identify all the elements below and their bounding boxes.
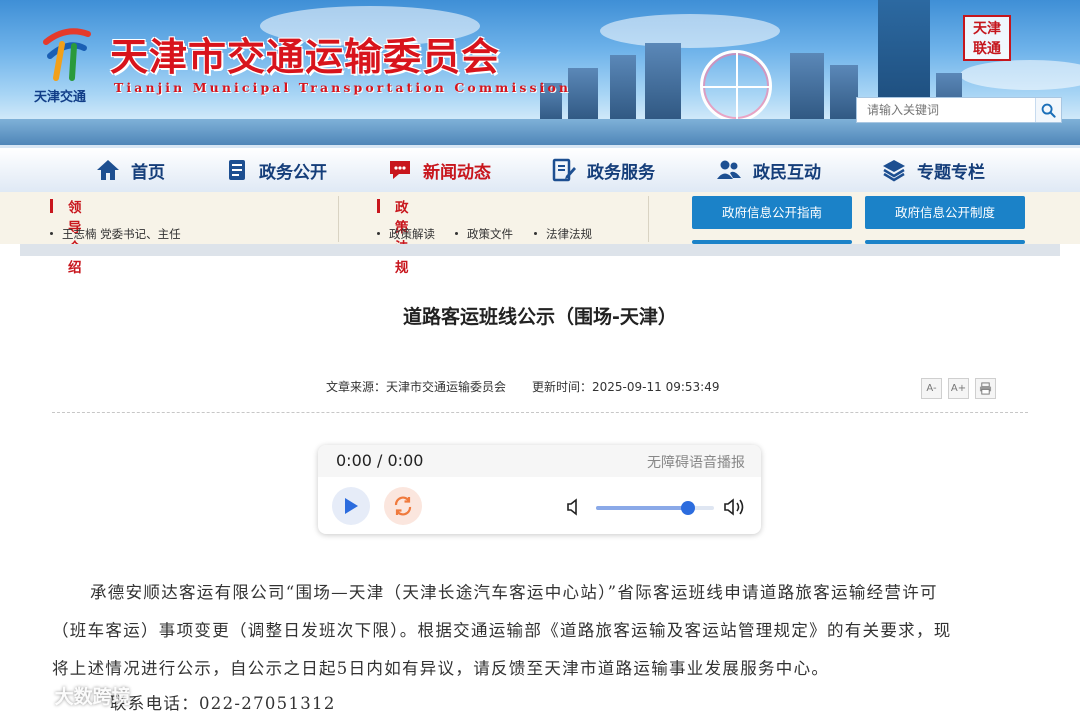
nav-label: 专题专栏 [917,162,985,183]
info-system-button[interactable]: 政府信息公开制度 [865,196,1025,229]
font-increase-button[interactable]: A+ [948,378,969,399]
home-icon [97,160,119,180]
play-icon [345,498,358,514]
divider [52,412,1028,413]
chat-bubble-icon [390,161,410,179]
font-increase-label: A+ [950,383,967,394]
search-button[interactable] [1035,98,1061,122]
watermark-text: 大数跨境 [54,686,131,708]
volume-slider-handle[interactable] [681,501,696,515]
article-source: 文章来源：天津市交通运输委员会 [326,380,507,394]
search-icon [1041,103,1056,118]
print-button[interactable] [975,378,996,399]
site-subtitle: Tianjin Municipal Transportation Commiss… [114,80,572,95]
policy-link-interpretation[interactable]: 政策解读 [377,226,435,242]
site-title: 天津市交通运输委员会 [110,34,501,79]
ferris-wheel-graphic [700,50,772,122]
paragraph-line: 承德安顺达客运有限公司“围场—天津（天津长途汽车客运中心站）”省际客运班线申请道… [90,583,938,602]
nav-label: 首页 [131,162,165,183]
player-time: 0:00 / 0:00 [336,451,424,470]
book-icon [229,160,245,180]
contact-phone: 联系电话：022-27051312 [110,694,336,713]
nav-item-government-affairs[interactable]: 政务公开 [195,148,357,192]
loop-button[interactable] [384,487,422,525]
nav-item-home[interactable]: 首页 [65,148,195,192]
audio-player: 0:00 / 0:00 无障碍语音播报 [318,445,761,534]
nav-item-services[interactable]: 政务服务 [521,148,685,192]
font-decrease-button[interactable]: A- [921,378,942,399]
logo-text: 天津交通 [34,90,87,105]
nav-item-news[interactable]: 新闻动态 [357,148,521,192]
nav-label: 政务公开 [259,162,327,183]
volume-slider[interactable] [596,501,714,515]
print-icon [979,382,992,395]
nav-item-interaction[interactable]: 政民互动 [685,148,851,192]
play-button[interactable] [332,487,370,525]
nav-label: 新闻动态 [423,162,491,183]
paragraph-line: 将上述情况进行公示，自公示之日起5日内如有异议，请反馈至天津市道路运输事业发展服… [52,659,830,678]
nav-label: 政民互动 [753,162,821,183]
info-guide-button[interactable]: 政府信息公开指南 [692,196,852,229]
wechat-icon [6,688,40,707]
search-box [856,97,1062,123]
seal-logo[interactable]: 天津 联通 [963,15,1011,61]
logo-icon [43,28,91,81]
people-icon [717,160,741,179]
volume-high-icon[interactable] [723,497,747,517]
site-banner: 天津交通 天津市交通运输委员会 Tianjin Municipal Transp… [0,0,1080,145]
volume-low-icon[interactable] [566,498,582,516]
player-label: 无障碍语音播报 [647,455,745,471]
policy-link-laws[interactable]: 法律法规 [534,226,592,242]
volume-slider-fill [596,506,689,510]
watermark: 大数跨境 [4,682,131,709]
document-edit-icon [552,158,576,182]
sub-bar: 领导介绍 王志楠 党委书记、主任 政策法规 政策解读 政策文件 法律法规 政府信… [0,192,1080,276]
nav-item-special-topics[interactable]: 专题专栏 [851,148,1015,192]
search-input[interactable] [857,98,1035,122]
article-title: 道路客运班线公示（围场-天津） [403,306,677,328]
content-top-bar [20,244,1060,256]
layers-icon [883,160,905,182]
paragraph-line: （班车客运）事项变更（调整日发班次下限）。根据交通运输部《道路旅客运输及客运站管… [52,621,952,640]
font-decrease-label: A- [926,383,937,394]
article-meta: 文章来源：天津市交通运输委员会 更新时间：2025-09-11 09:53:49 [326,378,745,395]
main-nav: 首页 政务公开 新闻动态 政务服务 政民互动 专题专栏 [0,145,1080,192]
loop-icon [394,496,412,516]
nav-label: 政务服务 [587,162,655,183]
policy-link-documents[interactable]: 政策文件 [455,226,513,242]
leader-link[interactable]: 王志楠 党委书记、主任 [50,226,181,242]
article-updated: 更新时间：2025-09-11 09:53:49 [532,380,720,394]
